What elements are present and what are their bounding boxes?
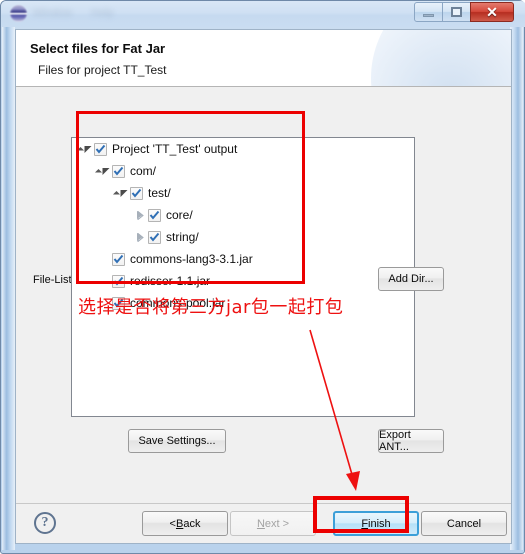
tree-item-checkbox[interactable]: [148, 230, 161, 244]
chevron-right-icon[interactable]: [132, 226, 148, 248]
finish-label-post: inish: [368, 517, 391, 530]
tree-item[interactable]: com/: [72, 160, 414, 182]
back-mnemonic: B: [175, 517, 184, 530]
tree-item-checkbox[interactable]: [130, 186, 143, 200]
tree-item[interactable]: commons-lang3-3.1.jar: [72, 248, 414, 270]
close-icon: ✕: [486, 4, 498, 20]
tree-item-label: Project 'TT_Test' output: [112, 142, 238, 156]
page-subtitle: Files for project TT_Test: [38, 63, 167, 77]
minimize-button[interactable]: [414, 2, 443, 22]
next-mnemonic: N: [256, 517, 265, 530]
close-button[interactable]: ✕: [470, 2, 514, 22]
back-label-post: ack: [183, 517, 201, 530]
tree-item-label: test/: [148, 186, 171, 200]
export-ant-button[interactable]: Export ANT...: [378, 429, 444, 453]
tree-item[interactable]: Project 'TT_Test' output: [72, 138, 414, 160]
save-settings-button[interactable]: Save Settings...: [128, 429, 226, 453]
dialog-button-bar: ? < Back Next > Finish Cancel: [16, 504, 511, 543]
chevron-right-icon[interactable]: [132, 204, 148, 226]
tree-item-checkbox[interactable]: [148, 208, 161, 222]
tree-item[interactable]: redisser-1.1.jar: [72, 270, 414, 292]
maximize-icon: [451, 7, 462, 17]
window-frame: Window Help ✕ Select files for Fat Jar F…: [0, 0, 525, 554]
finish-mnemonic: F: [361, 517, 369, 530]
tree-item[interactable]: string/: [72, 226, 414, 248]
file-list-label: File-List:: [33, 274, 75, 286]
back-button[interactable]: < Back: [142, 511, 228, 536]
banner-sheen-decoration: [371, 30, 511, 86]
tree-item-checkbox[interactable]: [112, 274, 125, 288]
chevron-down-icon[interactable]: [114, 182, 130, 204]
add-dir-button[interactable]: Add Dir...: [378, 267, 444, 291]
annotation-note-text: 选择是否将第三方jar包一起打包: [78, 297, 344, 318]
cancel-button[interactable]: Cancel: [421, 511, 507, 536]
eclipse-app-icon: [10, 5, 27, 22]
tree-item-label: com/: [130, 164, 157, 178]
minimize-icon: [423, 13, 434, 17]
maximize-button[interactable]: [442, 2, 471, 22]
chevron-down-icon[interactable]: [96, 160, 112, 182]
finish-button[interactable]: Finish: [333, 511, 419, 536]
page-title: Select files for Fat Jar: [30, 41, 166, 56]
dialog-banner: Select files for Fat Jar Files for proje…: [16, 30, 511, 87]
tree-item[interactable]: test/: [72, 182, 414, 204]
next-button[interactable]: Next >: [230, 511, 316, 536]
file-list-tree[interactable]: Project 'TT_Test' output com/test/core/st…: [71, 137, 415, 417]
tree-item-checkbox[interactable]: [112, 252, 125, 266]
title-bar[interactable]: Window Help ✕: [1, 1, 525, 27]
help-icon[interactable]: ?: [34, 512, 56, 534]
tree-item-checkbox[interactable]: [94, 142, 107, 156]
tree-item[interactable]: core/: [72, 204, 414, 226]
chevron-down-icon[interactable]: [78, 138, 94, 160]
menu-item-help-ghost: Help: [91, 7, 114, 19]
tree-item-label: string/: [166, 230, 199, 244]
tree-item-label: core/: [166, 208, 193, 222]
tree-item-label: commons-lang3-3.1.jar: [130, 252, 253, 266]
tree-item-label: redisser-1.1.jar: [130, 274, 211, 288]
tree-item-checkbox[interactable]: [112, 164, 125, 178]
window-border-left: [2, 27, 15, 550]
next-label-post: ext >: [264, 517, 290, 530]
menu-item-window-ghost: Window: [33, 7, 73, 19]
dialog-client-area: Select files for Fat Jar Files for proje…: [15, 29, 512, 544]
